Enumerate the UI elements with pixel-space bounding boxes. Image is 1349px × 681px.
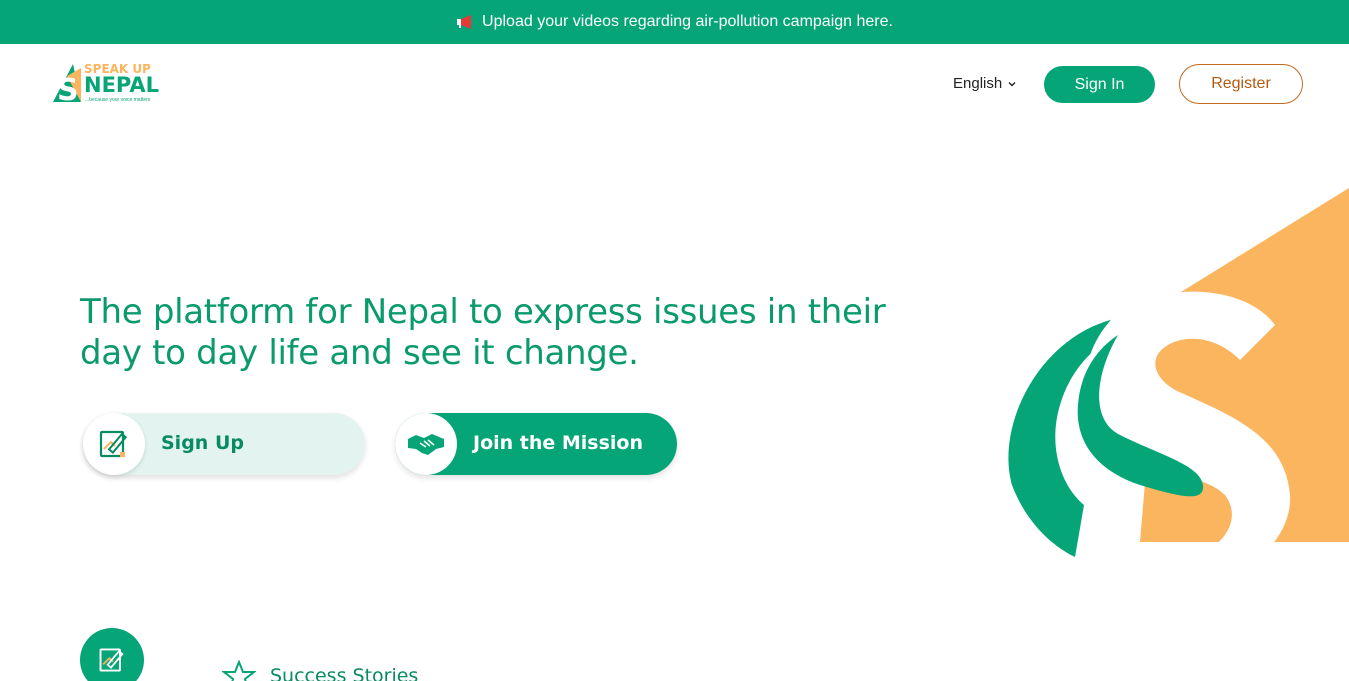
hero-s-graphic xyxy=(1008,188,1349,570)
success-stories-label: Success Stories xyxy=(270,665,419,681)
register-button[interactable]: Register xyxy=(1179,64,1303,104)
svg-text:S: S xyxy=(57,73,79,106)
join-mission-cta-button[interactable]: Join the Mission xyxy=(395,413,677,475)
handshake-icon xyxy=(408,434,444,455)
feature-icon-circle xyxy=(80,628,144,681)
sign-up-label: Sign Up xyxy=(161,432,244,454)
language-selector[interactable]: English xyxy=(953,75,1016,92)
star-icon xyxy=(222,660,256,681)
success-stories-heading[interactable]: Success Stories xyxy=(222,660,418,681)
chevron-down-icon xyxy=(1008,81,1016,86)
join-icon-circle xyxy=(395,413,457,475)
edit-form-icon xyxy=(99,430,128,458)
sign-up-icon-circle xyxy=(83,413,145,475)
announcement-bar[interactable]: Upload your videos regarding air-polluti… xyxy=(0,0,1349,44)
sign-up-cta-button[interactable]: Sign Up xyxy=(83,413,365,475)
logo-mark-icon: S xyxy=(53,64,81,106)
sign-in-button[interactable]: Sign In xyxy=(1044,66,1155,103)
language-label: English xyxy=(953,75,1003,92)
hero-title: The platform for Nepal to express issues… xyxy=(80,292,886,373)
edit-form-icon xyxy=(99,648,124,672)
logo-tagline: ...because your voice matters xyxy=(85,97,151,103)
site-logo[interactable]: S SPEAK UP NEPAL ...because your voice m… xyxy=(47,62,167,106)
join-mission-label: Join the Mission xyxy=(473,432,644,454)
megaphone-icon xyxy=(457,15,472,29)
logo-line2: NEPAL xyxy=(84,73,160,97)
announcement-text[interactable]: Upload your videos regarding air-polluti… xyxy=(482,13,893,31)
